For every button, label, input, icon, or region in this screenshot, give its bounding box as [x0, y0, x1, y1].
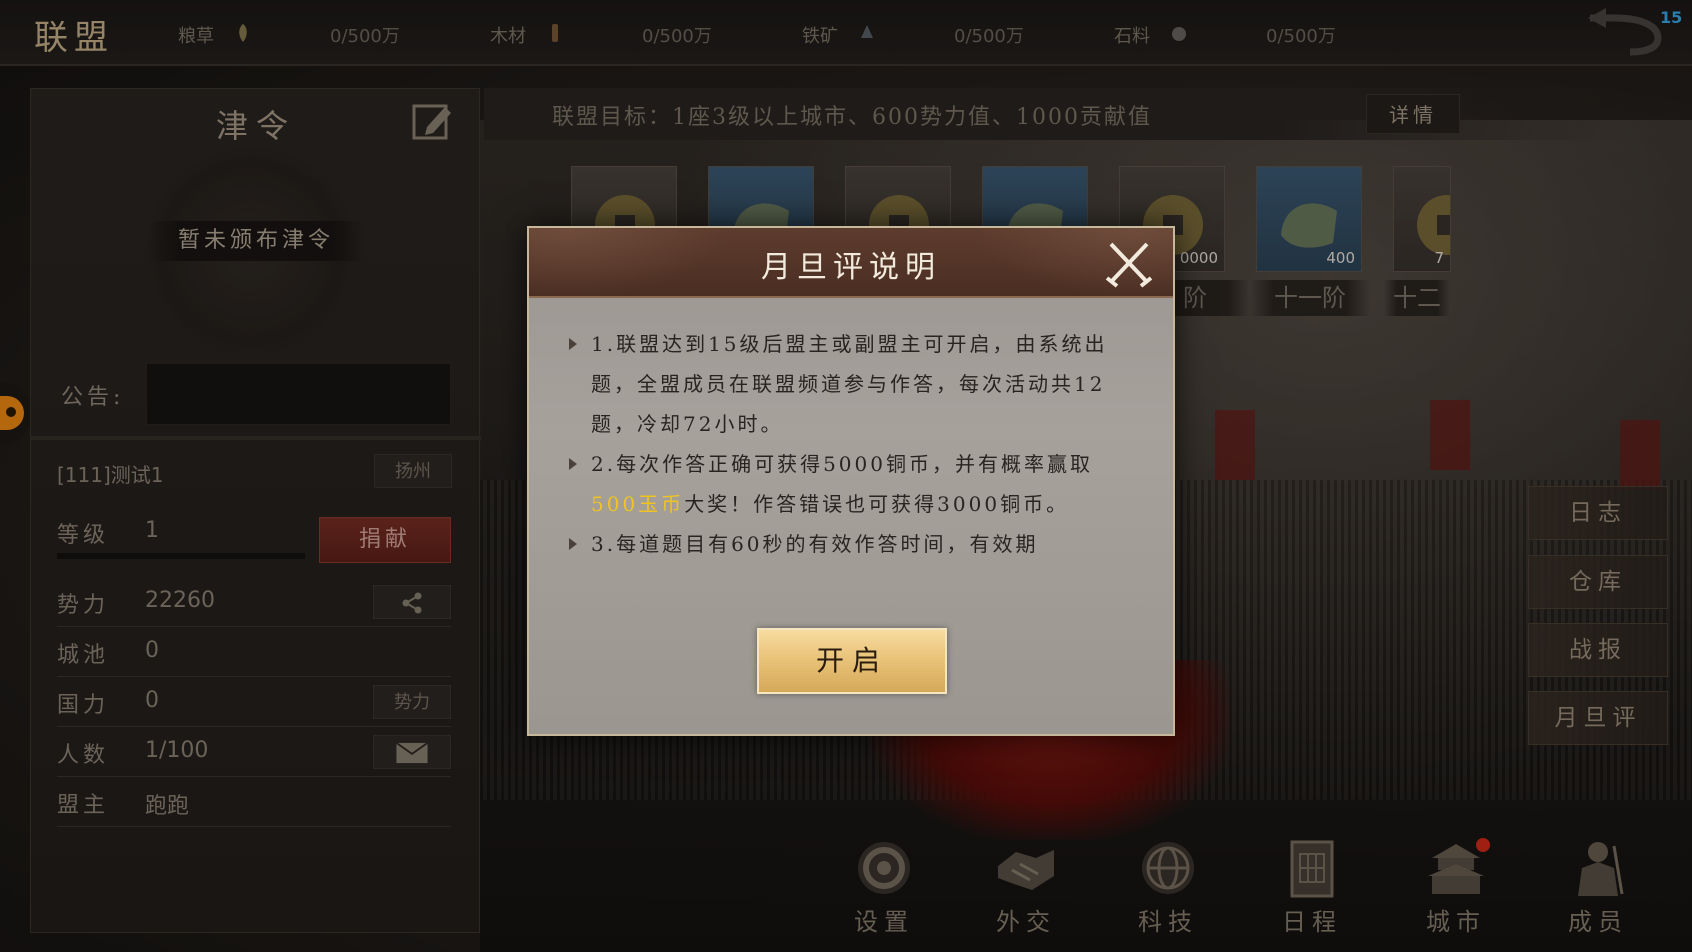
rule-text: 1.联盟达到15级后盟主或副盟主可开启，由系统出题，全盟成员在联盟频道参与作答，…: [591, 332, 1108, 436]
reward-highlight-text: 500玉币: [591, 492, 685, 516]
rule-item: 2.每次作答正确可获得5000铜币，并有概率赢取 500玉币大奖！作答错误也可获得…: [569, 444, 1139, 524]
bullet-icon: [569, 458, 577, 470]
bullet-icon: [569, 538, 577, 550]
dialog-body: 1.联盟达到15级后盟主或副盟主可开启，由系统出题，全盟成员在联盟频道参与作答，…: [569, 324, 1139, 564]
monthly-review-dialog: 月旦评说明 1.联盟达到15级后盟主或副盟主可开启，由系统出题，全盟成员在联盟频…: [527, 226, 1175, 736]
game-screen: 联盟 粮草 0/500万 木材 0/500万 铁矿 0/500万 石料 0/50…: [0, 0, 1692, 952]
bullet-icon: [569, 338, 577, 350]
rule-text: 2.每次作答正确可获得5000铜币，并有概率赢取: [591, 452, 1093, 476]
rule-item: 3.每道题目有60秒的有效作答时间，有效期: [569, 524, 1139, 564]
close-crossed-swords-icon[interactable]: [1103, 238, 1155, 290]
open-button[interactable]: 开启: [757, 628, 947, 694]
dialog-title: 月旦评说明: [761, 250, 941, 285]
rule-item: 1.联盟达到15级后盟主或副盟主可开启，由系统出题，全盟成员在联盟频道参与作答，…: [569, 324, 1139, 444]
dialog-header: 月旦评说明: [529, 228, 1173, 298]
rule-text: 3.每道题目有60秒的有效作答时间，有效期: [591, 532, 1039, 556]
rule-text: 大奖！作答错误也可获得3000铜币。: [684, 492, 1070, 516]
